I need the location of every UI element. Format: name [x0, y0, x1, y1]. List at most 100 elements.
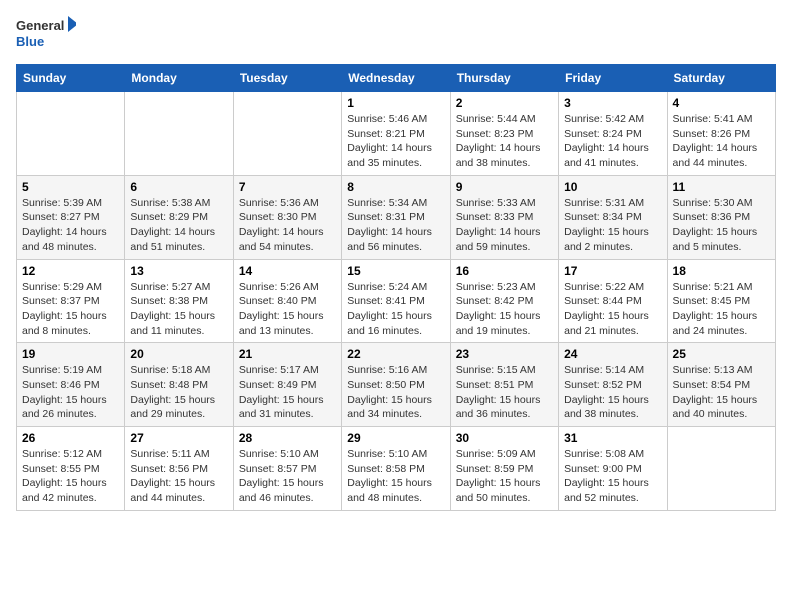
day-number: 25 — [673, 347, 770, 361]
day-number: 5 — [22, 180, 119, 194]
calendar-cell: 12 Sunrise: 5:29 AMSunset: 8:37 PMDayligh… — [17, 259, 125, 343]
day-number: 7 — [239, 180, 336, 194]
header-day: Saturday — [667, 65, 775, 92]
calendar-cell — [17, 92, 125, 176]
day-info: Sunrise: 5:30 AMSunset: 8:36 PMDaylight:… — [673, 196, 770, 255]
calendar-cell: 8 Sunrise: 5:34 AMSunset: 8:31 PMDaylight… — [342, 175, 450, 259]
calendar-cell: 1 Sunrise: 5:46 AMSunset: 8:21 PMDaylight… — [342, 92, 450, 176]
calendar-cell: 26Sunrise: 5:12 AMSunset: 8:55 PMDayligh… — [17, 427, 125, 511]
day-number: 10 — [564, 180, 661, 194]
day-number: 31 — [564, 431, 661, 445]
calendar-cell: 20 Sunrise: 5:18 AMSunset: 8:48 PMDayligh… — [125, 343, 233, 427]
day-info: Sunrise: 5:14 AMSunset: 8:52 PMDaylight:… — [564, 363, 661, 422]
calendar-body: 1 Sunrise: 5:46 AMSunset: 8:21 PMDaylight… — [17, 92, 776, 511]
day-info: Sunrise: 5:16 AMSunset: 8:50 PMDaylight:… — [347, 363, 444, 422]
header-day: Tuesday — [233, 65, 341, 92]
calendar-cell: 9 Sunrise: 5:33 AMSunset: 8:33 PMDaylight… — [450, 175, 558, 259]
svg-text:Blue: Blue — [16, 34, 44, 49]
day-number: 8 — [347, 180, 444, 194]
calendar-cell: 16 Sunrise: 5:23 AMSunset: 8:42 PMDayligh… — [450, 259, 558, 343]
calendar-cell: 13Sunrise: 5:27 AMSunset: 8:38 PMDayligh… — [125, 259, 233, 343]
day-info: Sunrise: 5:22 AMSunset: 8:44 PMDaylight:… — [564, 280, 661, 339]
day-number: 30 — [456, 431, 553, 445]
header-day: Friday — [559, 65, 667, 92]
day-info: Sunrise: 5:41 AMSunset: 8:26 PMDaylight:… — [673, 112, 770, 171]
calendar-cell: 17 Sunrise: 5:22 AMSunset: 8:44 PMDayligh… — [559, 259, 667, 343]
calendar-cell: 6 Sunrise: 5:38 AMSunset: 8:29 PMDaylight… — [125, 175, 233, 259]
header-day: Sunday — [17, 65, 125, 92]
day-info: Sunrise: 5:10 AMSunset: 8:57 PMDaylight:… — [239, 447, 336, 506]
calendar-cell — [125, 92, 233, 176]
header-day: Wednesday — [342, 65, 450, 92]
day-number: 6 — [130, 180, 227, 194]
day-info: Sunrise: 5:26 AMSunset: 8:40 PMDaylight:… — [239, 280, 336, 339]
day-info: Sunrise: 5:46 AMSunset: 8:21 PMDaylight:… — [347, 112, 444, 171]
calendar-cell: 28 Sunrise: 5:10 AMSunset: 8:57 PMDayligh… — [233, 427, 341, 511]
svg-text:General: General — [16, 18, 64, 33]
page-header: General Blue — [16, 16, 776, 52]
day-number: 27 — [130, 431, 227, 445]
header-row: SundayMondayTuesdayWednesdayThursdayFrid… — [17, 65, 776, 92]
day-number: 4 — [673, 96, 770, 110]
day-number: 23 — [456, 347, 553, 361]
logo-svg: General Blue — [16, 16, 76, 52]
day-number: 20 — [130, 347, 227, 361]
day-info: Sunrise: 5:34 AMSunset: 8:31 PMDaylight:… — [347, 196, 444, 255]
day-number: 21 — [239, 347, 336, 361]
calendar-cell: 5 Sunrise: 5:39 AMSunset: 8:27 PMDaylight… — [17, 175, 125, 259]
day-number: 1 — [347, 96, 444, 110]
day-info: Sunrise: 5:19 AMSunset: 8:46 PMDaylight:… — [22, 363, 119, 422]
calendar-cell: 29Sunrise: 5:10 AMSunset: 8:58 PMDayligh… — [342, 427, 450, 511]
day-number: 13 — [130, 264, 227, 278]
calendar-week-row: 19 Sunrise: 5:19 AMSunset: 8:46 PMDayligh… — [17, 343, 776, 427]
calendar-cell — [233, 92, 341, 176]
day-info: Sunrise: 5:23 AMSunset: 8:42 PMDaylight:… — [456, 280, 553, 339]
day-number: 28 — [239, 431, 336, 445]
calendar-cell: 18Sunrise: 5:21 AMSunset: 8:45 PMDayligh… — [667, 259, 775, 343]
calendar-cell: 22 Sunrise: 5:16 AMSunset: 8:50 PMDayligh… — [342, 343, 450, 427]
day-number: 19 — [22, 347, 119, 361]
calendar-table: SundayMondayTuesdayWednesdayThursdayFrid… — [16, 64, 776, 511]
logo: General Blue — [16, 16, 76, 52]
day-info: Sunrise: 5:18 AMSunset: 8:48 PMDaylight:… — [130, 363, 227, 422]
day-info: Sunrise: 5:42 AMSunset: 8:24 PMDaylight:… — [564, 112, 661, 171]
calendar-cell: 15 Sunrise: 5:24 AMSunset: 8:41 PMDayligh… — [342, 259, 450, 343]
day-number: 15 — [347, 264, 444, 278]
day-number: 9 — [456, 180, 553, 194]
calendar-cell: 23 Sunrise: 5:15 AMSunset: 8:51 PMDayligh… — [450, 343, 558, 427]
calendar-week-row: 5 Sunrise: 5:39 AMSunset: 8:27 PMDaylight… — [17, 175, 776, 259]
day-number: 26 — [22, 431, 119, 445]
day-number: 29 — [347, 431, 444, 445]
day-info: Sunrise: 5:15 AMSunset: 8:51 PMDaylight:… — [456, 363, 553, 422]
calendar-cell: 7 Sunrise: 5:36 AMSunset: 8:30 PMDaylight… — [233, 175, 341, 259]
day-number: 3 — [564, 96, 661, 110]
calendar-cell: 3 Sunrise: 5:42 AMSunset: 8:24 PMDaylight… — [559, 92, 667, 176]
calendar-cell: 27 Sunrise: 5:11 AMSunset: 8:56 PMDayligh… — [125, 427, 233, 511]
day-number: 18 — [673, 264, 770, 278]
day-number: 11 — [673, 180, 770, 194]
day-info: Sunrise: 5:33 AMSunset: 8:33 PMDaylight:… — [456, 196, 553, 255]
day-number: 16 — [456, 264, 553, 278]
day-info: Sunrise: 5:24 AMSunset: 8:41 PMDaylight:… — [347, 280, 444, 339]
day-info: Sunrise: 5:36 AMSunset: 8:30 PMDaylight:… — [239, 196, 336, 255]
day-info: Sunrise: 5:29 AMSunset: 8:37 PMDaylight:… — [22, 280, 119, 339]
day-info: Sunrise: 5:13 AMSunset: 8:54 PMDaylight:… — [673, 363, 770, 422]
calendar-cell: 4 Sunrise: 5:41 AMSunset: 8:26 PMDaylight… — [667, 92, 775, 176]
day-number: 14 — [239, 264, 336, 278]
calendar-cell: 31 Sunrise: 5:08 AMSunset: 9:00 PMDayligh… — [559, 427, 667, 511]
day-info: Sunrise: 5:11 AMSunset: 8:56 PMDaylight:… — [130, 447, 227, 506]
header-day: Monday — [125, 65, 233, 92]
day-number: 22 — [347, 347, 444, 361]
calendar-cell: 24Sunrise: 5:14 AMSunset: 8:52 PMDayligh… — [559, 343, 667, 427]
day-number: 17 — [564, 264, 661, 278]
calendar-week-row: 26Sunrise: 5:12 AMSunset: 8:55 PMDayligh… — [17, 427, 776, 511]
calendar-week-row: 1 Sunrise: 5:46 AMSunset: 8:21 PMDaylight… — [17, 92, 776, 176]
day-info: Sunrise: 5:31 AMSunset: 8:34 PMDaylight:… — [564, 196, 661, 255]
day-info: Sunrise: 5:09 AMSunset: 8:59 PMDaylight:… — [456, 447, 553, 506]
day-info: Sunrise: 5:38 AMSunset: 8:29 PMDaylight:… — [130, 196, 227, 255]
day-info: Sunrise: 5:08 AMSunset: 9:00 PMDaylight:… — [564, 447, 661, 506]
calendar-week-row: 12 Sunrise: 5:29 AMSunset: 8:37 PMDayligh… — [17, 259, 776, 343]
calendar-cell: 2Sunrise: 5:44 AMSunset: 8:23 PMDaylight… — [450, 92, 558, 176]
day-info: Sunrise: 5:39 AMSunset: 8:27 PMDaylight:… — [22, 196, 119, 255]
day-number: 12 — [22, 264, 119, 278]
